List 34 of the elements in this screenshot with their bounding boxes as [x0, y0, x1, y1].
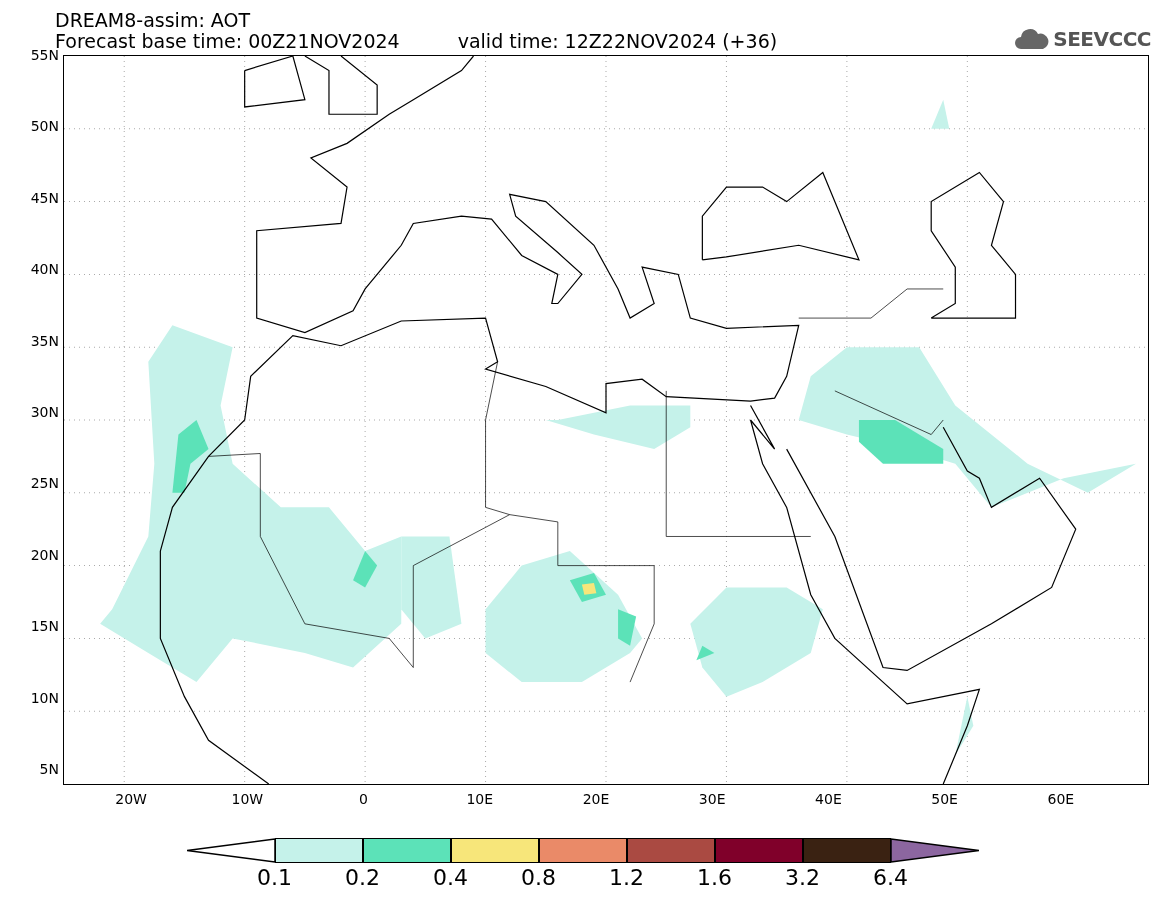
colorbar-label: 3.2: [784, 865, 821, 891]
colorbar-arrow-icon: [890, 838, 979, 863]
valid-time-label: valid time: 12Z22NOV2024 (+36): [457, 31, 778, 52]
latitude-label: 25N: [30, 475, 59, 492]
colorbar-label: 0.8: [520, 865, 557, 891]
longitude-label: 50E: [930, 790, 959, 809]
longitude-label: 60E: [1046, 790, 1076, 809]
cloud-icon: [1015, 28, 1050, 50]
latitude-label: 30N: [30, 403, 59, 420]
map-title: DREAM8-assim: AOT: [55, 10, 252, 31]
longitude-label: 20W: [114, 790, 148, 809]
latitude-label: 10N: [30, 689, 59, 706]
longitude-label: 40E: [814, 790, 843, 809]
latitude-label: 5N: [39, 760, 59, 777]
colorbar-label: 0.1: [256, 865, 293, 891]
latitude-label: 45N: [30, 189, 59, 206]
colorbar-arrow-icon: [186, 838, 275, 863]
colorbar-label: 1.2: [608, 865, 645, 891]
latitude-label: 40N: [30, 261, 59, 278]
latitude-label: 35N: [30, 332, 59, 349]
latitude-label: 55N: [30, 47, 59, 63]
latitude-label: 15N: [30, 618, 59, 635]
colorbar-label: 6.4: [872, 865, 909, 891]
colorbar-label: 0.4: [432, 865, 469, 891]
latitude-label: 50N: [30, 118, 59, 135]
longitude-label: 30E: [697, 790, 727, 809]
longitude-label: 20E: [581, 790, 611, 809]
latitude-label: 20N: [30, 546, 59, 563]
logo-text: SEEVCCC: [1053, 26, 1151, 53]
longitude-label: 0: [358, 790, 369, 809]
colorbar-label: 0.2: [344, 865, 381, 891]
longitude-label: 10E: [465, 790, 495, 809]
colorbar-label: 1.6: [696, 865, 733, 891]
longitude-label: 10W: [230, 790, 265, 809]
